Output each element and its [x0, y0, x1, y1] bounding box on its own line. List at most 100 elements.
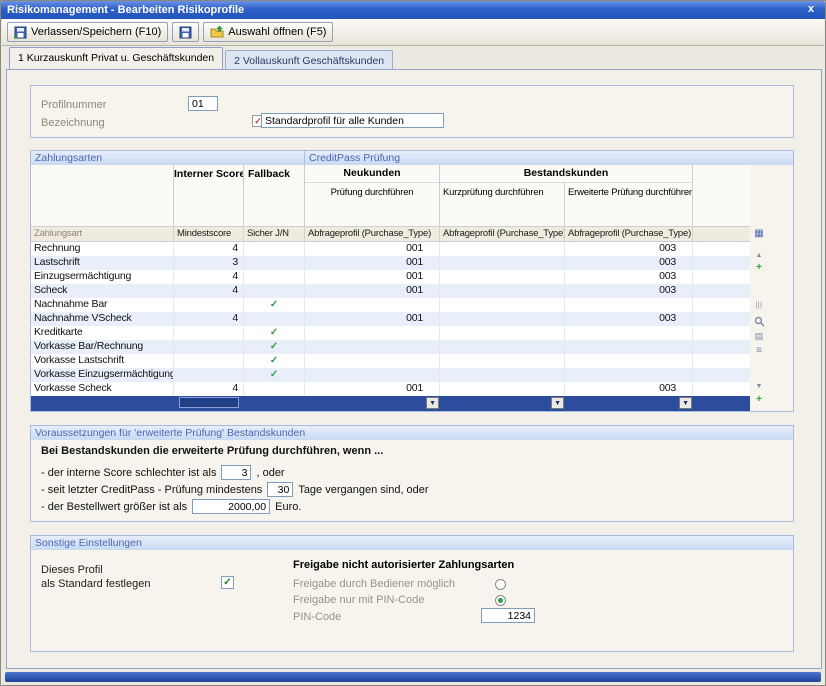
- cell-sicher[interactable]: [244, 256, 305, 270]
- cell-zahlungsart[interactable]: Nachnahme VScheck: [31, 312, 174, 326]
- cell-sicher[interactable]: [244, 284, 305, 298]
- cell-neukunden[interactable]: [305, 326, 440, 340]
- cell-erweitert[interactable]: [565, 340, 693, 354]
- cell-erweitert[interactable]: 003: [565, 242, 693, 256]
- cell-zahlungsart[interactable]: Einzugsermächtigung: [31, 270, 174, 284]
- cell-kurzpruefung[interactable]: [440, 354, 565, 368]
- up-arrow-icon[interactable]: ▲: [752, 252, 766, 259]
- cell-kurzpruefung[interactable]: ▼: [440, 396, 565, 411]
- table-row-selected[interactable]: ▼ ▼ ▼: [31, 396, 750, 411]
- close-button[interactable]: x: [803, 2, 819, 17]
- table-row[interactable]: Vorkasse Bar/Rechnung ✓: [31, 340, 750, 354]
- table-icon[interactable]: ▦: [752, 228, 766, 239]
- cell-sicher[interactable]: [244, 382, 305, 396]
- cell-sicher[interactable]: ✓: [244, 326, 305, 340]
- table-row[interactable]: Lastschrift 3 001 003: [31, 256, 750, 270]
- cell-kurzpruefung[interactable]: [440, 242, 565, 256]
- cell-zahlungsart[interactable]: Kreditkarte: [31, 326, 174, 340]
- tab-kurzauskunft[interactable]: 1 Kurzauskunft Privat u. Geschäftskunden: [9, 47, 223, 69]
- cell-sicher[interactable]: ✓: [244, 354, 305, 368]
- cell-neukunden[interactable]: ▼: [305, 396, 440, 411]
- cell-mindestscore[interactable]: 4: [174, 312, 244, 326]
- dropdown-button[interactable]: ▼: [551, 397, 564, 409]
- cell-erweitert[interactable]: [565, 368, 693, 382]
- cell-kurzpruefung[interactable]: [440, 326, 565, 340]
- cell-neukunden[interactable]: [305, 298, 440, 312]
- cell-erweitert[interactable]: 003: [565, 256, 693, 270]
- cell-zahlungsart[interactable]: Scheck: [31, 284, 174, 298]
- cell-kurzpruefung[interactable]: [440, 382, 565, 396]
- cell-mindestscore[interactable]: 4: [174, 242, 244, 256]
- cell-erweitert[interactable]: 003: [565, 284, 693, 298]
- cell-mindestscore[interactable]: [174, 340, 244, 354]
- cell-erweitert[interactable]: 003: [565, 270, 693, 284]
- down-arrow-icon[interactable]: ▼: [752, 383, 766, 390]
- edit-cell[interactable]: [179, 397, 239, 408]
- cell-zahlungsart[interactable]: Vorkasse Lastschrift: [31, 354, 174, 368]
- table-row[interactable]: Rechnung 4 001 003: [31, 242, 750, 256]
- insert-icon[interactable]: +: [752, 262, 766, 273]
- cell-neukunden[interactable]: 001: [305, 382, 440, 396]
- cell-kurzpruefung[interactable]: [440, 256, 565, 270]
- table-row[interactable]: Einzugsermächtigung 4 001 003: [31, 270, 750, 284]
- cell-sicher[interactable]: ✓: [244, 298, 305, 312]
- save-button[interactable]: [172, 22, 199, 42]
- cell-zahlungsart[interactable]: Vorkasse Scheck: [31, 382, 174, 396]
- table-row[interactable]: Vorkasse Lastschrift ✓: [31, 354, 750, 368]
- cell-erweitert[interactable]: [565, 354, 693, 368]
- cell-zahlungsart[interactable]: Lastschrift: [31, 256, 174, 270]
- cell-sicher[interactable]: [244, 270, 305, 284]
- standard-profile-checkbox[interactable]: ✓: [221, 576, 234, 589]
- open-selection-button[interactable]: Auswahl öffnen (F5): [203, 22, 333, 42]
- card-icon[interactable]: ▤: [752, 331, 766, 342]
- cell-mindestscore[interactable]: 3: [174, 256, 244, 270]
- cell-erweitert[interactable]: 003: [565, 312, 693, 326]
- release-operator-radio[interactable]: [495, 579, 506, 590]
- table-row[interactable]: Scheck 4 001 003: [31, 284, 750, 298]
- cell-erweitert[interactable]: 003: [565, 382, 693, 396]
- cell-kurzpruefung[interactable]: [440, 284, 565, 298]
- cell-zahlungsart[interactable]: [31, 396, 174, 411]
- cell-sicher[interactable]: [244, 312, 305, 326]
- order-value-input[interactable]: [192, 499, 270, 514]
- dropdown-button[interactable]: ▼: [679, 397, 692, 409]
- columns-icon[interactable]: |||: [752, 302, 766, 309]
- days-threshold-input[interactable]: [267, 482, 293, 497]
- cell-mindestscore[interactable]: 4: [174, 284, 244, 298]
- cell-mindestscore[interactable]: 4: [174, 270, 244, 284]
- cell-mindestscore[interactable]: [174, 298, 244, 312]
- cell-neukunden[interactable]: [305, 354, 440, 368]
- cell-neukunden[interactable]: [305, 368, 440, 382]
- cell-neukunden[interactable]: 001: [305, 312, 440, 326]
- dropdown-button[interactable]: ▼: [426, 397, 439, 409]
- tab-vollauskunft[interactable]: 2 Vollauskunft Geschäftskunden: [225, 50, 393, 69]
- cell-neukunden[interactable]: 001: [305, 256, 440, 270]
- cell-mindestscore[interactable]: [174, 326, 244, 340]
- bezeichnung-input[interactable]: [261, 113, 444, 128]
- cell-mindestscore[interactable]: [174, 368, 244, 382]
- list-icon[interactable]: ≡: [752, 345, 766, 356]
- cell-sicher[interactable]: ✓: [244, 368, 305, 382]
- cell-mindestscore[interactable]: 4: [174, 382, 244, 396]
- cell-erweitert[interactable]: [565, 326, 693, 340]
- cell-neukunden[interactable]: [305, 340, 440, 354]
- cell-neukunden[interactable]: 001: [305, 270, 440, 284]
- cell-zahlungsart[interactable]: Vorkasse Bar/Rechnung: [31, 340, 174, 354]
- cell-kurzpruefung[interactable]: [440, 270, 565, 284]
- cell-kurzpruefung[interactable]: [440, 298, 565, 312]
- score-threshold-input[interactable]: [221, 465, 251, 480]
- cell-kurzpruefung[interactable]: [440, 312, 565, 326]
- table-row[interactable]: Nachnahme VScheck 4 001 003: [31, 312, 750, 326]
- cell-mindestscore[interactable]: [174, 354, 244, 368]
- cell-erweitert[interactable]: [565, 298, 693, 312]
- table-row[interactable]: Vorkasse Einzugsermächtigung ✓: [31, 368, 750, 382]
- cell-erweitert[interactable]: ▼: [565, 396, 693, 411]
- cell-sicher[interactable]: [244, 396, 305, 411]
- cell-mindestscore[interactable]: [174, 396, 244, 411]
- search-icon[interactable]: [752, 316, 766, 330]
- cell-zahlungsart[interactable]: Nachnahme Bar: [31, 298, 174, 312]
- cell-neukunden[interactable]: 001: [305, 284, 440, 298]
- exit-save-button[interactable]: Verlassen/Speichern (F10): [7, 22, 168, 42]
- cell-kurzpruefung[interactable]: [440, 340, 565, 354]
- cell-zahlungsart[interactable]: Vorkasse Einzugsermächtigung: [31, 368, 174, 382]
